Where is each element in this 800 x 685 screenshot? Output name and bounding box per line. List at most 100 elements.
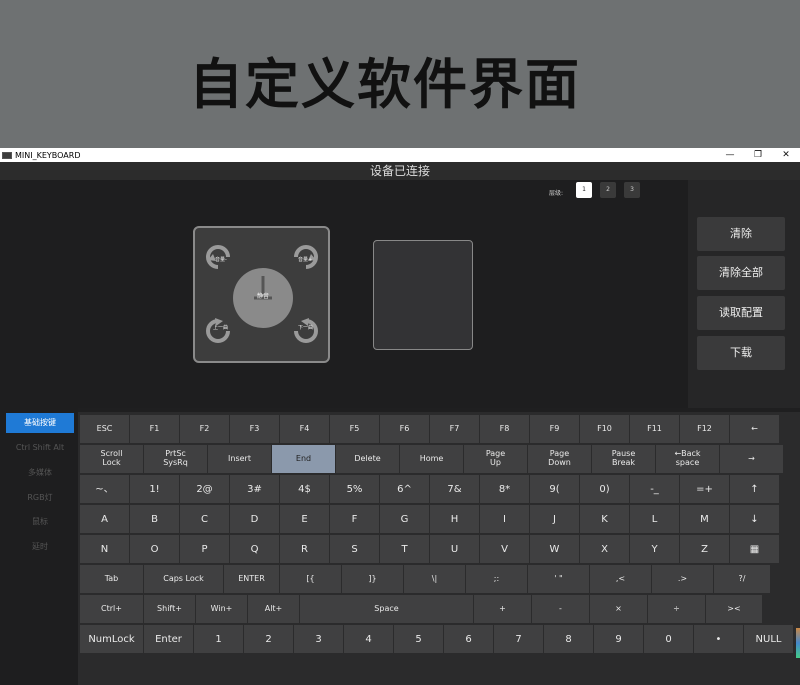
key-1-7[interactable]: Page Down [528,445,591,473]
key-5-0[interactable]: Tab [80,565,143,593]
key-0-10[interactable]: F10 [580,415,629,443]
key-5-3[interactable]: [{ [280,565,341,593]
key-1-5[interactable]: Home [400,445,463,473]
key-3-4[interactable]: E [280,505,329,533]
key-6-1[interactable]: Shift+ [144,595,195,623]
key-0-1[interactable]: F1 [130,415,179,443]
key-7-9[interactable]: 8 [544,625,593,653]
key-4-4[interactable]: R [280,535,329,563]
key-1-0[interactable]: Scroll Lock [80,445,143,473]
knob-panel[interactable]: 音量- 音量+ 静音 上一曲 下一曲 [193,226,330,363]
key-0-4[interactable]: F4 [280,415,329,443]
key-6-7[interactable]: × [590,595,647,623]
key-7-4[interactable]: 3 [294,625,343,653]
key-3-7[interactable]: H [430,505,479,533]
key-3-8[interactable]: I [480,505,529,533]
key-7-8[interactable]: 7 [494,625,543,653]
close-button[interactable]: ✕ [772,148,800,162]
key-3-0[interactable]: A [80,505,129,533]
key-3-1[interactable]: B [130,505,179,533]
key-7-2[interactable]: 1 [194,625,243,653]
key-2-9[interactable]: 9( [530,475,579,503]
key-1-8[interactable]: Pause Break [592,445,655,473]
key-7-11[interactable]: 0 [644,625,693,653]
key-panel[interactable] [373,240,473,350]
sidebar-item-delay[interactable]: 延时 [6,537,74,557]
key-6-4[interactable]: Space [300,595,473,623]
key-5-6[interactable]: ;: [466,565,527,593]
key-4-13[interactable]: ▦ [730,535,779,563]
key-4-10[interactable]: X [580,535,629,563]
key-5-9[interactable]: .> [652,565,713,593]
key-0-5[interactable]: F5 [330,415,379,443]
layer-3-button[interactable]: 3 [624,182,640,198]
key-6-8[interactable]: ÷ [648,595,705,623]
key-1-6[interactable]: Page Up [464,445,527,473]
read-config-button[interactable]: 读取配置 [697,296,785,330]
layer-2-button[interactable]: 2 [600,182,616,198]
key-4-12[interactable]: Z [680,535,729,563]
key-5-4[interactable]: ]} [342,565,403,593]
key-2-2[interactable]: 2@ [180,475,229,503]
key-7-5[interactable]: 4 [344,625,393,653]
key-2-0[interactable]: ~、 [80,475,129,503]
key-0-13[interactable]: ← [730,415,779,443]
key-2-4[interactable]: 4$ [280,475,329,503]
key-6-0[interactable]: Ctrl+ [80,595,143,623]
key-7-6[interactable]: 5 [394,625,443,653]
key-3-5[interactable]: F [330,505,379,533]
key-6-9[interactable]: >< [706,595,762,623]
key-3-2[interactable]: C [180,505,229,533]
maximize-button[interactable]: ❐ [744,148,772,162]
key-2-6[interactable]: 6^ [380,475,429,503]
key-1-9[interactable]: ←Back space [656,445,719,473]
key-1-1[interactable]: PrtSc SysRq [144,445,207,473]
key-2-7[interactable]: 7& [430,475,479,503]
key-2-8[interactable]: 8* [480,475,529,503]
sidebar-item-modifiers[interactable]: Ctrl Shift Alt [6,438,74,458]
key-3-9[interactable]: J [530,505,579,533]
key-5-10[interactable]: ?/ [714,565,770,593]
key-5-2[interactable]: ENTER [224,565,279,593]
key-2-10[interactable]: 0) [580,475,629,503]
key-0-6[interactable]: F6 [380,415,429,443]
key-3-11[interactable]: L [630,505,679,533]
key-2-11[interactable]: -_ [630,475,679,503]
key-3-12[interactable]: M [680,505,729,533]
key-3-3[interactable]: D [230,505,279,533]
key-7-1[interactable]: Enter [144,625,193,653]
key-4-2[interactable]: P [180,535,229,563]
sidebar-item-basic-keys[interactable]: 基础按键 [6,413,74,433]
download-button[interactable]: 下载 [697,336,785,370]
key-4-11[interactable]: Y [630,535,679,563]
key-1-10[interactable]: → [720,445,783,473]
key-4-6[interactable]: T [380,535,429,563]
key-4-1[interactable]: O [130,535,179,563]
key-0-12[interactable]: F12 [680,415,729,443]
key-0-2[interactable]: F2 [180,415,229,443]
key-6-2[interactable]: Win+ [196,595,247,623]
knob-center-button[interactable]: 静音 [233,268,293,328]
key-2-1[interactable]: 1! [130,475,179,503]
key-1-4[interactable]: Delete [336,445,399,473]
key-4-0[interactable]: N [80,535,129,563]
key-3-10[interactable]: K [580,505,629,533]
key-0-11[interactable]: F11 [630,415,679,443]
key-6-6[interactable]: - [532,595,589,623]
minimize-button[interactable]: — [716,148,744,162]
sidebar-item-media[interactable]: 多媒体 [6,463,74,483]
key-6-3[interactable]: Alt+ [248,595,299,623]
sidebar-item-mouse[interactable]: 鼠标 [6,512,74,532]
key-5-7[interactable]: ' " [528,565,589,593]
key-0-0[interactable]: ESC [80,415,129,443]
key-7-13[interactable]: NULL [744,625,793,653]
key-4-7[interactable]: U [430,535,479,563]
key-4-9[interactable]: W [530,535,579,563]
key-0-3[interactable]: F3 [230,415,279,443]
key-2-12[interactable]: =+ [680,475,729,503]
key-3-6[interactable]: G [380,505,429,533]
key-0-7[interactable]: F7 [430,415,479,443]
key-1-2[interactable]: Insert [208,445,271,473]
key-7-12[interactable]: • [694,625,743,653]
key-2-13[interactable]: ↑ [730,475,779,503]
